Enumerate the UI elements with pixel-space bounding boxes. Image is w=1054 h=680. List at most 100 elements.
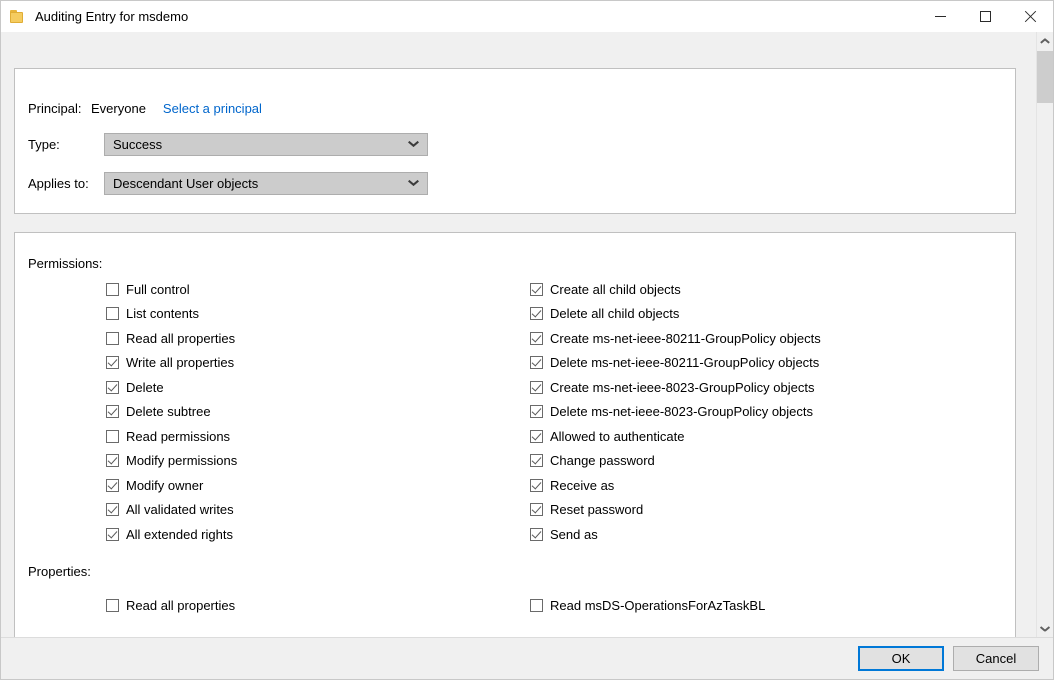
close-icon bbox=[1024, 10, 1037, 23]
permission-label: Modify owner bbox=[126, 477, 204, 493]
checkbox-checked-icon[interactable] bbox=[530, 356, 543, 370]
permission-row[interactable]: Receive as bbox=[530, 473, 821, 498]
checkbox-checked-icon[interactable] bbox=[106, 503, 119, 517]
properties-section-label: Properties: bbox=[28, 564, 91, 579]
chevron-down-icon bbox=[1039, 625, 1050, 632]
permission-label: Delete all child objects bbox=[550, 306, 680, 322]
permissions-section-label: Permissions: bbox=[28, 256, 103, 271]
permission-row[interactable]: Read all properties bbox=[106, 585, 235, 625]
checkbox-checked-icon[interactable] bbox=[530, 527, 543, 541]
permission-label: All validated writes bbox=[126, 502, 234, 518]
checkbox-checked-icon[interactable] bbox=[106, 405, 119, 419]
permission-row[interactable]: Delete bbox=[106, 375, 237, 400]
permission-label: Delete subtree bbox=[126, 404, 211, 420]
permission-row[interactable]: Delete all child objects bbox=[530, 302, 821, 327]
checkbox-unchecked-icon[interactable] bbox=[530, 598, 543, 612]
permission-label: Create ms-net-ieee-80211-GroupPolicy obj… bbox=[550, 330, 821, 346]
permission-row[interactable]: Create all child objects bbox=[530, 277, 821, 302]
checkbox-checked-icon[interactable] bbox=[106, 527, 119, 541]
applies-to-select[interactable]: Descendant User objects bbox=[104, 171, 428, 195]
permission-row[interactable]: Create ms-net-ieee-8023-GroupPolicy obje… bbox=[530, 375, 821, 400]
scroll-up-button[interactable] bbox=[1037, 32, 1053, 49]
permission-row[interactable]: Write all properties bbox=[106, 625, 235, 637]
permission-row[interactable]: Send as bbox=[530, 522, 821, 547]
permission-label: Delete ms-net-ieee-80211-GroupPolicy obj… bbox=[550, 355, 820, 371]
type-label: Type: bbox=[28, 136, 60, 152]
ok-button[interactable]: OK bbox=[858, 646, 944, 671]
permission-row[interactable]: Read all properties bbox=[106, 326, 237, 351]
permission-label: Allowed to authenticate bbox=[550, 428, 685, 444]
minimize-button[interactable] bbox=[918, 1, 963, 32]
permission-label: Create ms-net-ieee-8023-GroupPolicy obje… bbox=[550, 379, 815, 395]
maximize-button[interactable] bbox=[963, 1, 1008, 32]
checkbox-checked-icon[interactable] bbox=[106, 380, 119, 394]
permission-label: Create all child objects bbox=[550, 281, 681, 297]
principal-panel: Principal: Everyone Select a principal T… bbox=[14, 68, 1016, 214]
scroll-content: Principal: Everyone Select a principal T… bbox=[1, 32, 1036, 637]
permission-row[interactable]: Modify permissions bbox=[106, 449, 237, 474]
permission-label: Change password bbox=[550, 453, 655, 469]
vertical-scrollbar[interactable] bbox=[1036, 32, 1053, 637]
auditing-entry-dialog: Auditing Entry for msdemo Principal: Eve… bbox=[0, 0, 1054, 680]
scroll-down-button[interactable] bbox=[1037, 620, 1053, 637]
permission-row[interactable]: Read msDS-parentdistname bbox=[530, 625, 765, 637]
cancel-button[interactable]: Cancel bbox=[953, 646, 1039, 671]
permission-label: Read all properties bbox=[126, 597, 236, 613]
checkbox-checked-icon[interactable] bbox=[530, 503, 543, 517]
checkbox-unchecked-icon[interactable] bbox=[106, 307, 119, 321]
close-button[interactable] bbox=[1008, 1, 1053, 32]
checkbox-unchecked-icon[interactable] bbox=[106, 282, 119, 296]
permission-label: Modify permissions bbox=[126, 453, 238, 469]
permission-row[interactable]: Change password bbox=[530, 449, 821, 474]
properties-left-column: Read all properties Write all properties bbox=[106, 585, 235, 637]
permission-row[interactable]: Read msDS-OperationsForAzTaskBL bbox=[530, 585, 765, 625]
select-principal-link[interactable]: Select a principal bbox=[163, 101, 262, 116]
checkbox-checked-icon[interactable] bbox=[530, 478, 543, 492]
permission-row[interactable]: Full control bbox=[106, 277, 237, 302]
permission-row[interactable]: Delete ms-net-ieee-80211-GroupPolicy obj… bbox=[530, 351, 821, 376]
permission-row[interactable]: Write all properties bbox=[106, 351, 237, 376]
permission-label: Delete bbox=[126, 379, 164, 395]
checkbox-unchecked-icon[interactable] bbox=[106, 331, 119, 345]
applies-to-label: Applies to: bbox=[28, 175, 89, 191]
permission-row[interactable]: Allowed to authenticate bbox=[530, 424, 821, 449]
checkbox-checked-icon[interactable] bbox=[530, 405, 543, 419]
checkbox-checked-icon[interactable] bbox=[106, 478, 119, 492]
permission-label: Delete ms-net-ieee-8023-GroupPolicy obje… bbox=[550, 404, 814, 420]
checkbox-checked-icon[interactable] bbox=[106, 454, 119, 468]
permission-row[interactable]: Delete ms-net-ieee-8023-GroupPolicy obje… bbox=[530, 400, 821, 425]
type-select[interactable]: Success bbox=[104, 132, 428, 156]
permission-label: Send as bbox=[550, 526, 598, 542]
permission-label: All extended rights bbox=[126, 526, 233, 542]
checkbox-checked-icon[interactable] bbox=[530, 282, 543, 296]
permission-label: Receive as bbox=[550, 477, 615, 493]
permission-label: Read all properties bbox=[126, 330, 236, 346]
caption-buttons bbox=[918, 1, 1053, 32]
checkbox-checked-icon[interactable] bbox=[530, 380, 543, 394]
permission-row[interactable]: Read permissions bbox=[106, 424, 237, 449]
applies-to-select-value: Descendant User objects bbox=[113, 175, 259, 191]
checkbox-checked-icon[interactable] bbox=[530, 454, 543, 468]
checkbox-checked-icon[interactable] bbox=[530, 307, 543, 321]
checkbox-unchecked-icon[interactable] bbox=[106, 429, 119, 443]
checkbox-checked-icon[interactable] bbox=[530, 429, 543, 443]
scrollbar-thumb[interactable] bbox=[1037, 51, 1053, 103]
folder-icon bbox=[10, 9, 26, 24]
permission-label: Write all properties bbox=[126, 355, 235, 371]
permission-label: Reset password bbox=[550, 502, 644, 518]
permission-row[interactable]: All validated writes bbox=[106, 498, 237, 523]
checkbox-checked-icon[interactable] bbox=[106, 356, 119, 370]
checkbox-unchecked-icon[interactable] bbox=[106, 598, 119, 612]
permission-row[interactable]: Create ms-net-ieee-80211-GroupPolicy obj… bbox=[530, 326, 821, 351]
dialog-body: Principal: Everyone Select a principal T… bbox=[1, 32, 1053, 637]
permission-row[interactable]: Reset password bbox=[530, 498, 821, 523]
checkbox-checked-icon[interactable] bbox=[530, 331, 543, 345]
permission-row[interactable]: List contents bbox=[106, 302, 237, 327]
permission-row[interactable]: Delete subtree bbox=[106, 400, 237, 425]
permission-row[interactable]: All extended rights bbox=[106, 522, 237, 547]
permission-row[interactable]: Modify owner bbox=[106, 473, 237, 498]
chevron-down-icon bbox=[408, 179, 419, 189]
type-select-value: Success bbox=[113, 136, 163, 152]
principal-label: Principal: bbox=[28, 100, 82, 116]
principal-row: Principal: Everyone Select a principal bbox=[28, 97, 262, 119]
